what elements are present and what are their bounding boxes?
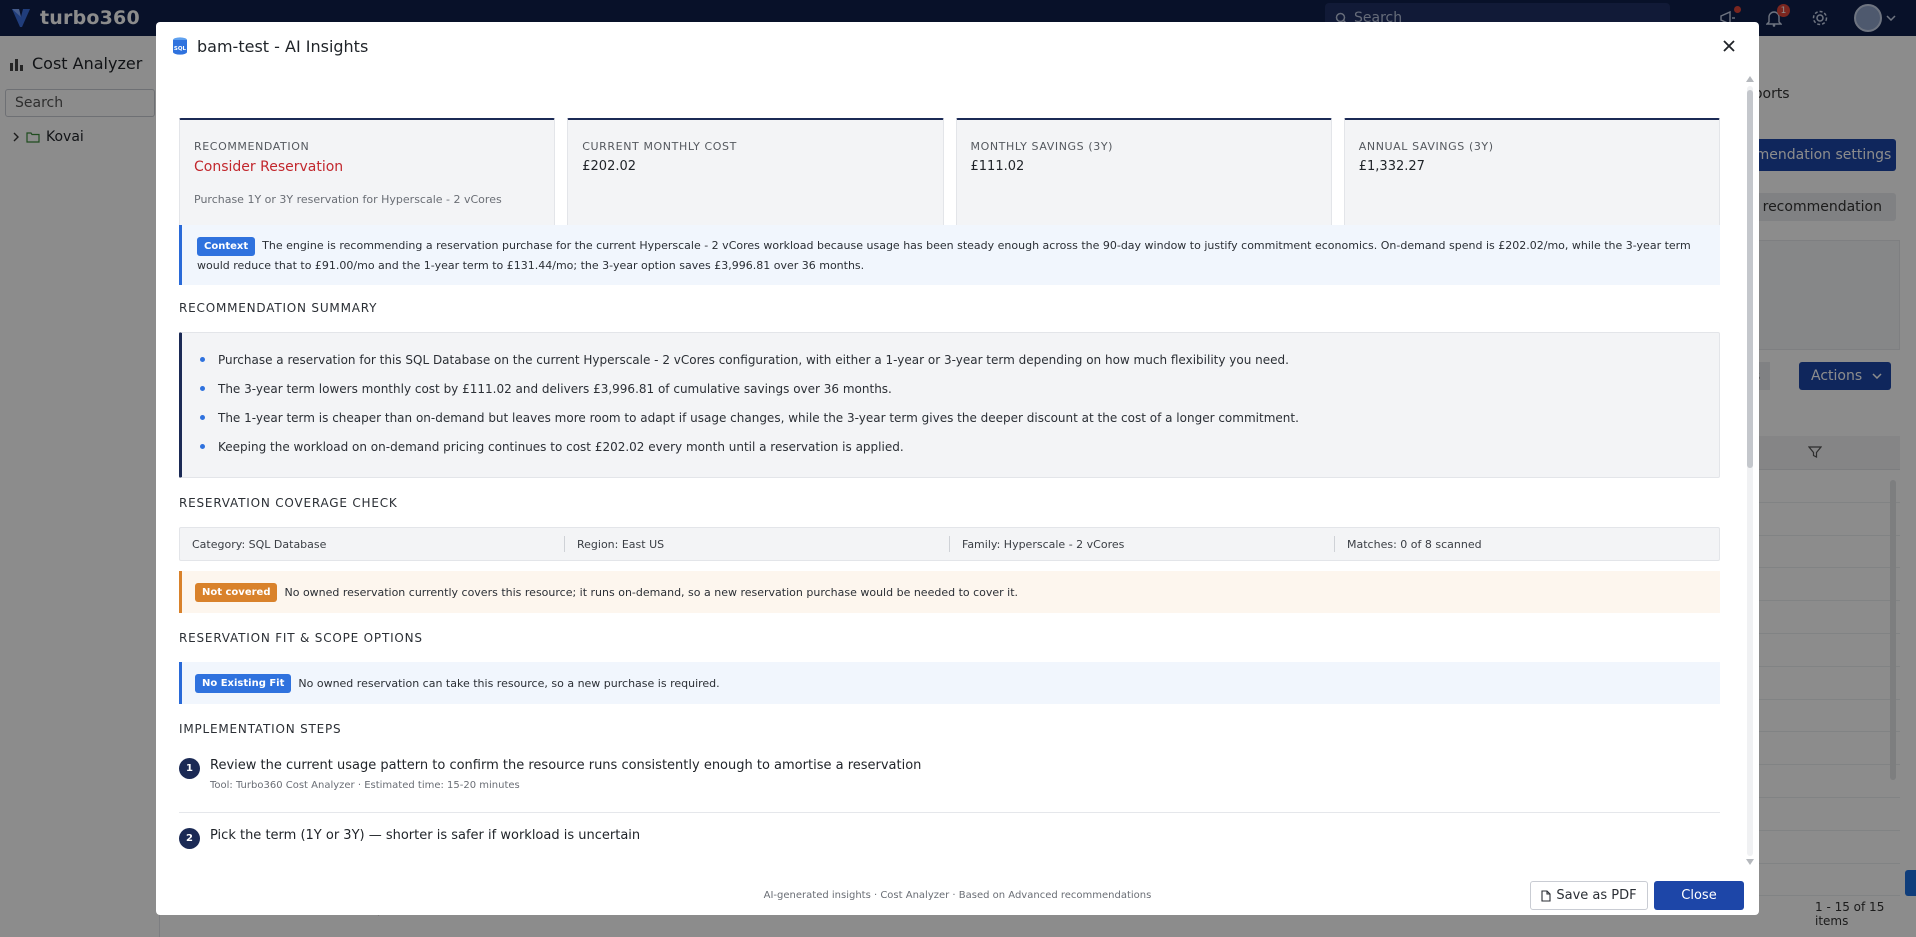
bullet-icon	[200, 415, 205, 420]
step-meta: Tool: Turbo360 Cost Analyzer · Estimated…	[210, 780, 520, 791]
coverage-category: Category: SQL Database	[180, 536, 565, 552]
fit-callout: No Existing Fit No owned reservation can …	[179, 662, 1720, 704]
kpi-label: Recommendation	[194, 140, 310, 153]
scroll-down-icon[interactable]	[1746, 859, 1754, 865]
step-number: 1	[179, 758, 200, 779]
save-as-pdf-button[interactable]: Save as PDF	[1530, 881, 1648, 910]
no-existing-fit-badge: No Existing Fit	[195, 673, 292, 693]
kpi-card-recommendation: Recommendation Consider Reservation Purc…	[179, 118, 556, 230]
summary-item-text: Purchase a reservation for this SQL Data…	[218, 352, 1289, 367]
close-icon	[1723, 40, 1735, 52]
modal-body: Recommendation Consider Reservation Purc…	[156, 70, 1746, 875]
kpi-label: Current Monthly Cost	[582, 140, 737, 153]
recommendation-summary: Purchase a reservation for this SQL Data…	[179, 332, 1720, 478]
step-title: Pick the term (1Y or 3Y) — shorter is sa…	[210, 828, 641, 843]
kpi-label: Monthly Savings (3Y)	[970, 140, 1114, 153]
kpi-subtext: Purchase 1Y or 3Y reservation for Hypers…	[194, 193, 502, 206]
summary-item-text: Keeping the workload on on-demand pricin…	[218, 439, 904, 454]
summary-item-text: The 1-year term is cheaper than on-deman…	[218, 410, 1299, 425]
recommendation-summary-title: Recommendation Summary	[179, 301, 378, 315]
context-text: The engine is recommending a reservation…	[197, 239, 1691, 272]
kpi-value: Consider Reservation	[194, 159, 344, 175]
modal-header: SQL bam-test - AI Insights	[156, 22, 1759, 70]
kpi-card-current-monthly-cost: Current Monthly Cost £202.02	[567, 118, 944, 230]
step-title: Review the current usage pattern to conf…	[210, 758, 922, 773]
scrollbar-thumb[interactable]	[1747, 90, 1753, 468]
close-button[interactable]: Close	[1654, 881, 1744, 910]
modal-footer: AI-generated insights · Cost Analyzer · …	[156, 875, 1759, 915]
footer-note: AI-generated insights · Cost Analyzer · …	[763, 889, 1152, 901]
bullet-icon	[200, 386, 205, 391]
not-covered-badge: Not covered	[195, 582, 278, 602]
svg-text:SQL: SQL	[174, 46, 187, 52]
step-divider	[179, 812, 1720, 813]
kpi-value: £1,332.27	[1358, 159, 1425, 174]
save-as-pdf-label: Save as PDF	[1556, 888, 1637, 903]
coverage-check-title: Reservation Coverage Check	[179, 496, 398, 510]
summary-item: Keeping the workload on on-demand pricin…	[200, 432, 1719, 461]
summary-item: The 3-year term lowers monthly cost by £…	[200, 374, 1719, 403]
summary-item: Purchase a reservation for this SQL Data…	[200, 345, 1719, 374]
sql-database-icon: SQL	[173, 37, 187, 55]
context-callout: Context The engine is recommending a rese…	[179, 225, 1720, 285]
modal-title: bam-test - AI Insights	[197, 36, 369, 56]
step-number: 2	[179, 828, 200, 849]
bullet-icon	[200, 357, 205, 362]
ai-insights-modal: SQL bam-test - AI Insights Recommendatio…	[156, 22, 1759, 915]
summary-item: The 1-year term is cheaper than on-deman…	[200, 403, 1719, 432]
fit-scope-title: Reservation Fit & Scope Options	[179, 631, 423, 645]
context-tag: Context	[197, 237, 256, 256]
kpi-value: £202.02	[582, 159, 637, 174]
scroll-up-icon[interactable]	[1746, 76, 1754, 82]
coverage-region: Region: East US	[565, 536, 950, 552]
coverage-status-callout: Not covered No owned reservation currentl…	[179, 571, 1720, 613]
kpi-cards: Recommendation Consider Reservation Purc…	[179, 118, 1720, 230]
modal-scrollbar[interactable]	[1745, 74, 1755, 869]
modal-close-icon-button[interactable]	[1719, 36, 1739, 56]
implementation-steps-title: Implementation Steps	[179, 722, 342, 736]
pdf-file-icon	[1541, 889, 1551, 902]
kpi-label: Annual Savings (3Y)	[1358, 140, 1494, 153]
coverage-check-table: Category: SQL Database Region: East US F…	[179, 527, 1720, 561]
coverage-status-text: No owned reservation currently covers th…	[284, 585, 1019, 599]
kpi-card-annual-savings: Annual Savings (3Y) £1,332.27	[1343, 118, 1720, 230]
kpi-card-monthly-savings: Monthly Savings (3Y) £111.02	[955, 118, 1332, 230]
coverage-matches: Matches: 0 of 8 scanned	[1347, 537, 1482, 551]
kpi-value: £111.02	[970, 159, 1025, 174]
bullet-icon	[200, 444, 205, 449]
fit-text: No owned reservation can take this resou…	[298, 676, 720, 690]
summary-item-text: The 3-year term lowers monthly cost by £…	[218, 381, 892, 396]
coverage-family: Family: Hyperscale - 2 vCores	[950, 536, 1335, 552]
